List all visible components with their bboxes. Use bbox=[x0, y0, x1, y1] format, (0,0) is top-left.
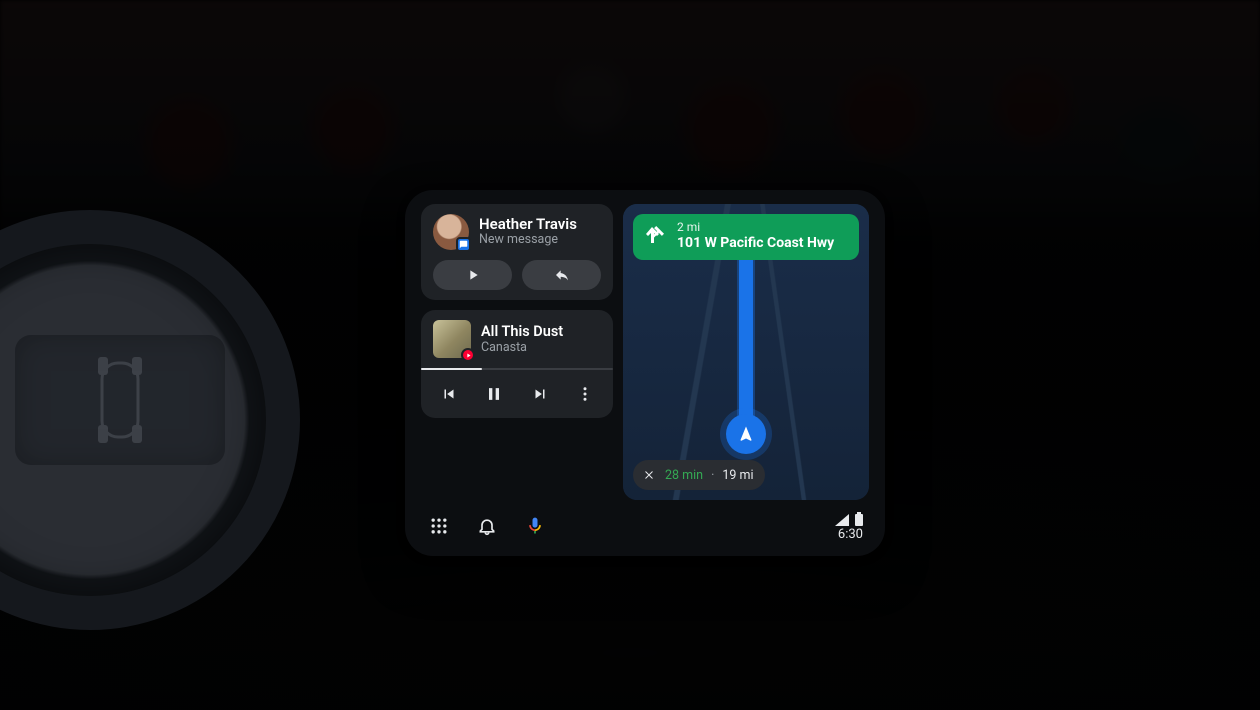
play-icon bbox=[465, 267, 481, 283]
direction-banner[interactable]: 2 mi 101 W Pacific Coast Hwy bbox=[633, 214, 859, 260]
reply-icon bbox=[554, 267, 570, 283]
infotainment-screen: Heather Travis New message bbox=[405, 190, 885, 556]
contact-avatar bbox=[433, 214, 469, 250]
close-icon bbox=[643, 469, 655, 481]
app-launcher-button[interactable] bbox=[427, 514, 451, 538]
cell-signal-icon bbox=[835, 514, 849, 526]
messages-app-badge-icon bbox=[456, 237, 471, 252]
notifications-button[interactable] bbox=[475, 514, 499, 538]
voice-assistant-button[interactable] bbox=[523, 514, 547, 538]
navigation-arrow-icon bbox=[737, 425, 755, 443]
previous-track-button[interactable] bbox=[435, 380, 463, 408]
media-more-button[interactable] bbox=[571, 380, 599, 408]
battery-icon bbox=[855, 512, 863, 526]
instrument-cluster bbox=[15, 335, 225, 465]
apps-grid-icon bbox=[429, 516, 449, 536]
eta-chip[interactable]: 28 min · 19 mi bbox=[633, 460, 765, 490]
media-card[interactable]: All This Dust Canasta bbox=[421, 310, 613, 418]
reply-button[interactable] bbox=[522, 260, 601, 290]
route-line bbox=[739, 248, 753, 438]
turn-left-icon bbox=[643, 223, 667, 247]
skip-previous-icon bbox=[440, 385, 458, 403]
bell-icon bbox=[477, 516, 497, 536]
message-sender: Heather Travis bbox=[479, 216, 577, 233]
close-eta-button[interactable] bbox=[641, 467, 657, 483]
youtube-music-badge-icon bbox=[461, 348, 475, 362]
message-subtitle: New message bbox=[479, 233, 577, 247]
current-location-puck bbox=[726, 414, 766, 454]
clock: 6:30 bbox=[838, 528, 863, 541]
mic-icon bbox=[525, 516, 545, 536]
track-artist: Canasta bbox=[481, 340, 563, 355]
album-art bbox=[433, 320, 471, 358]
play-pause-button[interactable] bbox=[480, 380, 508, 408]
system-bar: 6:30 bbox=[421, 506, 869, 546]
navigation-map[interactable]: 2 mi 101 W Pacific Coast Hwy 28 min · 19… bbox=[623, 204, 869, 500]
eta-separator: · bbox=[711, 468, 714, 483]
status-icons bbox=[835, 512, 863, 526]
more-vert-icon bbox=[576, 385, 594, 403]
playback-progress[interactable] bbox=[421, 368, 613, 370]
pause-icon bbox=[484, 384, 504, 404]
eta-distance: 19 mi bbox=[722, 468, 753, 483]
play-message-button[interactable] bbox=[433, 260, 512, 290]
next-track-button[interactable] bbox=[526, 380, 554, 408]
turn-distance: 2 mi bbox=[677, 221, 834, 233]
message-card[interactable]: Heather Travis New message bbox=[421, 204, 613, 300]
track-title: All This Dust bbox=[481, 323, 563, 340]
skip-next-icon bbox=[531, 385, 549, 403]
road-name: 101 W Pacific Coast Hwy bbox=[677, 235, 834, 252]
eta-time: 28 min bbox=[665, 468, 703, 483]
